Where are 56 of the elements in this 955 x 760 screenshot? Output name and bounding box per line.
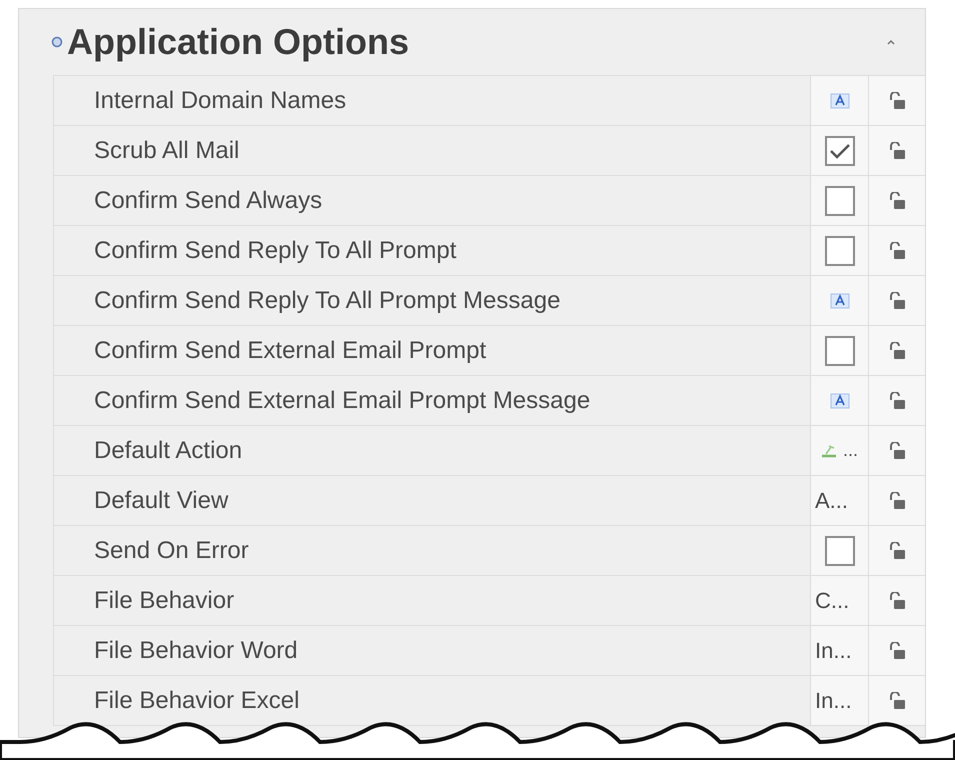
option-label: Send On Error <box>94 536 249 566</box>
checkbox[interactable] <box>824 186 854 216</box>
lock-button[interactable] <box>889 342 905 360</box>
value-text: ... <box>842 439 858 462</box>
option-label: Scrub All Mail <box>94 136 240 166</box>
lock-button[interactable] <box>889 692 905 710</box>
lock-button[interactable] <box>889 592 905 610</box>
check-icon <box>828 142 850 158</box>
option-label: Internal Domain Names <box>94 86 346 116</box>
option-label: Confirm Send Reply To All Prompt Message <box>94 286 560 316</box>
value-text: C... <box>815 587 850 615</box>
value-text: In... <box>815 687 852 715</box>
unlocked-padlock-icon <box>889 92 905 110</box>
value-text: A... <box>815 487 848 515</box>
lock-button[interactable] <box>889 542 905 560</box>
option-label: Confirm Send Always <box>94 186 322 216</box>
option-label: Default View <box>94 486 228 516</box>
lock-button[interactable] <box>889 492 905 510</box>
unlocked-padlock-icon <box>889 692 905 710</box>
lock-button[interactable] <box>889 242 905 260</box>
option-label: Confirm Send External Email Prompt <box>94 336 486 366</box>
option-label: File Behavior Word <box>94 636 298 666</box>
unlocked-padlock-icon <box>889 192 905 210</box>
lock-button[interactable] <box>889 92 905 110</box>
unlocked-padlock-icon <box>889 342 905 360</box>
lock-button[interactable] <box>889 142 905 160</box>
checkbox[interactable] <box>824 136 854 166</box>
text-field-icon[interactable] <box>830 92 850 108</box>
option-label: Default Action <box>94 436 242 466</box>
unlocked-padlock-icon <box>889 142 905 160</box>
unlocked-padlock-icon <box>889 292 905 310</box>
section-title: Application Options <box>67 24 409 60</box>
text-field-icon[interactable] <box>830 292 850 308</box>
option-label: Confirm Send External Email Prompt Message <box>94 386 590 416</box>
checkbox[interactable] <box>824 236 854 266</box>
checkbox[interactable] <box>824 536 854 566</box>
lock-button[interactable] <box>889 642 905 660</box>
unlocked-padlock-icon <box>889 492 905 510</box>
lock-button[interactable] <box>889 442 905 460</box>
unlocked-padlock-icon <box>889 392 905 410</box>
unlocked-padlock-icon <box>889 642 905 660</box>
lock-button[interactable] <box>889 392 905 410</box>
unlocked-padlock-icon <box>889 242 905 260</box>
unlocked-padlock-icon <box>889 442 905 460</box>
option-label: File Behavior Excel <box>94 686 300 716</box>
option-label: Confirm Send Reply To All Prompt <box>94 236 456 266</box>
lock-button[interactable] <box>889 192 905 210</box>
option-label: File Behavior <box>94 586 234 616</box>
lock-button[interactable] <box>889 292 905 310</box>
bullet-icon <box>51 36 63 48</box>
unlocked-padlock-icon <box>889 592 905 610</box>
value-text: In... <box>815 637 852 665</box>
checkbox[interactable] <box>824 336 854 366</box>
unlocked-padlock-icon <box>889 542 905 560</box>
collapse-icon <box>887 39 895 45</box>
text-field-icon[interactable] <box>830 392 850 408</box>
